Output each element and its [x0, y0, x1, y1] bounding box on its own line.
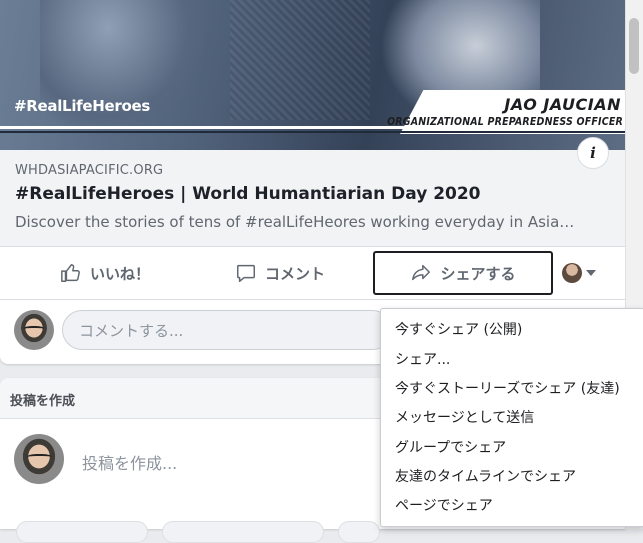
composer-option-1[interactable] [16, 521, 148, 543]
link-domain: WHDASIAPACIFIC.ORG [15, 163, 164, 178]
link-description: Discover the stories of tens of #realLif… [15, 213, 575, 231]
share-menu-item-share-group[interactable]: グループでシェア [395, 437, 506, 457]
hero-hashtag: #RealLifeHeroes [14, 97, 150, 115]
audience-selector[interactable] [556, 253, 602, 293]
hero-texture [230, 0, 370, 120]
comment-input[interactable]: コメントする... [62, 310, 392, 350]
post-action-bar: いいね！ コメント シェアする [0, 247, 625, 300]
share-label: シェアする [440, 264, 516, 283]
like-button[interactable]: いいね！ [30, 253, 180, 293]
create-post-title[interactable]: 投稿を作成 [10, 390, 75, 409]
commenter-avatar[interactable] [14, 310, 54, 350]
hero-stripe-dark [0, 131, 625, 133]
scrollbar-thumb[interactable] [629, 18, 639, 74]
comment-label: コメント [264, 264, 325, 283]
info-icon[interactable]: i [577, 137, 609, 169]
thumbs-up-icon [61, 264, 80, 282]
share-menu-item-share[interactable]: シェア... [395, 349, 450, 369]
caret-down-icon [586, 270, 596, 276]
link-preview-image[interactable]: #RealLifeHeroes JAO JAUCIAN ORGANIZATION… [0, 0, 625, 150]
share-menu-item-send-message[interactable]: メッセージとして送信 [395, 407, 534, 427]
hero-person-name: JAO JAUCIAN [504, 95, 621, 114]
composer-input[interactable]: 投稿を作成... [82, 450, 177, 474]
comment-button[interactable]: コメント [200, 253, 360, 293]
share-button[interactable]: シェアする [373, 251, 553, 295]
share-menu-item-share-page[interactable]: ページでシェア [395, 495, 493, 515]
share-arrow-icon [412, 264, 431, 281]
share-menu-item-share-friend-timeline[interactable]: 友達のタイムラインでシェア [395, 466, 576, 486]
share-menu-item-share-now[interactable]: 今すぐシェア (公開) [395, 319, 522, 339]
composer-option-3[interactable] [338, 521, 380, 543]
hero-stripe [0, 126, 625, 129]
hero-person-left [40, 0, 210, 140]
composer-avatar[interactable] [14, 434, 64, 484]
speech-bubble-icon [237, 264, 255, 282]
like-label: いいね！ [89, 264, 150, 283]
composer-option-2[interactable] [162, 521, 324, 543]
share-menu: 今すぐシェア (公開) シェア... 今すぐストーリーズでシェア (友達) メッ… [380, 308, 643, 527]
avatar [562, 263, 582, 283]
link-title[interactable]: #RealLifeHeroes | World Humantiarian Day… [15, 184, 481, 204]
share-menu-item-share-story[interactable]: 今すぐストーリーズでシェア (友達) [395, 378, 620, 398]
